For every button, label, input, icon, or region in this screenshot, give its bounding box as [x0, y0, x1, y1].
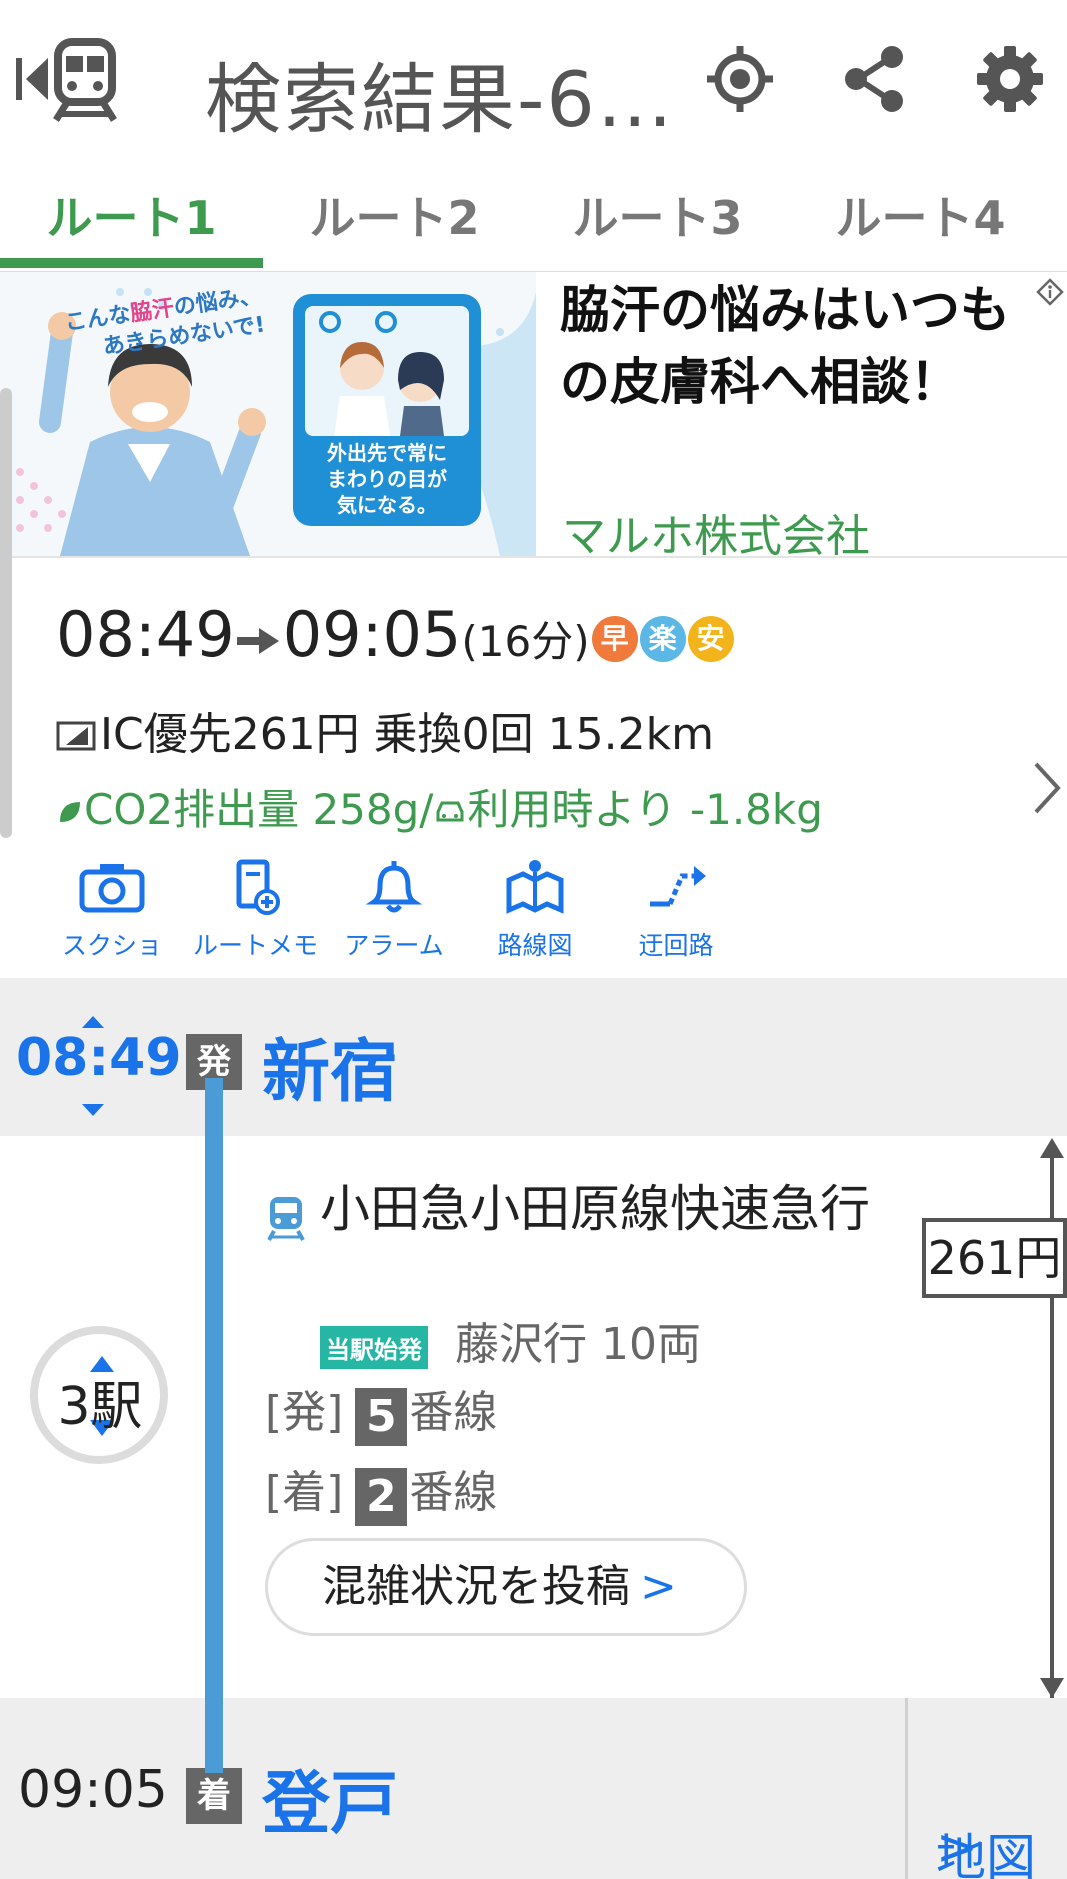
svg-text:外出先で常に: 外出先で常に — [327, 441, 447, 465]
ad-headline[interactable]: 脇汗の悩みはいつもの皮膚科へ相談！ — [560, 274, 1020, 418]
segment-fare: 261円 — [922, 1218, 1067, 1298]
departure-station[interactable]: 新宿 — [262, 1016, 398, 1115]
memo-add-icon — [236, 859, 280, 915]
summary-arr-time: 09:05 — [282, 598, 462, 671]
action-detour[interactable]: 迂回路 — [616, 858, 736, 962]
chevron-right-icon: > — [936, 1818, 978, 1876]
summary-fare-text: IC優先261円 乗換0回 15.2km — [100, 709, 714, 760]
tab-route-4[interactable]: ルート4 — [789, 182, 1052, 248]
action-alarm[interactable]: アラーム — [334, 858, 454, 962]
tab-route-1[interactable]: ルート1 — [0, 182, 263, 248]
arrival-time: 09:05 — [18, 1760, 168, 1820]
action-route-map[interactable]: 路線図 — [475, 858, 595, 962]
summary-duration: (16分) — [461, 617, 590, 666]
action-bar: スクショ ルートメモ アラーム 路線図 迂回路 — [0, 858, 1067, 968]
action-detour-label: 迂回路 — [638, 931, 714, 960]
departure-time[interactable]: 08:49 — [16, 1028, 182, 1088]
action-screenshot[interactable]: スクショ — [52, 858, 172, 962]
action-route-memo-label: ルートメモ — [193, 931, 319, 960]
dep-platform-suffix: 番線 — [409, 1387, 498, 1438]
train-segment: 小田急小田原線快速急行 当駅始発 藤沢行 10両 [発] 5 番線 [着] 2 番線 混… — [0, 1136, 1067, 1700]
post-congestion-label: 混雑状況を投稿 — [322, 1561, 630, 1612]
map-pin-icon — [506, 860, 564, 914]
ad-image[interactable]: こんな脇汗の悩み、 あきらめないで! 外出先で常に まわりの目が 気になる。 — [0, 272, 536, 556]
page-title: 検索結果-6… — [205, 55, 675, 144]
co2-saving-text: 利用時より -1.8kg — [467, 785, 823, 834]
train-destination: 藤沢行 10両 — [455, 1319, 701, 1370]
arrival-tag: 着 — [186, 1768, 242, 1824]
start-station-badge: 当駅始発 — [320, 1326, 428, 1369]
stops-count-button[interactable]: 3駅 — [30, 1326, 168, 1464]
detour-icon — [650, 866, 706, 907]
summary-fare: IC優先261円 乗換0回 15.2km — [56, 698, 714, 762]
ad-advertiser[interactable]: マルホ株式会社 — [562, 500, 870, 564]
location-icon[interactable] — [705, 44, 775, 114]
scroll-indicator — [0, 388, 12, 838]
co2-text: CO2排出量 258g/ — [84, 785, 434, 834]
departure-row[interactable]: 08:49 発 新宿 — [0, 978, 1067, 1136]
dep-platform-label: [発] — [265, 1387, 344, 1438]
train-icon — [267, 1197, 305, 1241]
arrival-row[interactable]: 09:05 着 登戸 地図 > — [0, 1698, 1067, 1879]
badge-fast: 早 — [591, 616, 638, 662]
route-detail: 08:49 発 新宿 小田急小田原線快速急行 当駅始発 藤沢行 10両 [発] 5… — [0, 978, 1067, 1879]
arrival-platform: [着] 2 番線 — [265, 1456, 497, 1526]
back-train-icon[interactable] — [14, 38, 124, 124]
svg-text:気になる。: 気になる。 — [337, 493, 437, 517]
ad-info-icon[interactable] — [1036, 278, 1064, 306]
active-tab-indicator — [0, 258, 263, 268]
post-congestion-button[interactable]: 混雑状況を投稿 > — [265, 1538, 747, 1636]
leaf-icon — [60, 802, 80, 822]
car-icon — [436, 801, 464, 822]
badge-cheap: 安 — [687, 616, 734, 662]
gear-icon[interactable] — [975, 44, 1045, 114]
app-header: 検索結果-6… — [0, 0, 1067, 160]
route-summary[interactable]: 08:49 09:05(16分) 早楽安 IC優先261円 乗換0回 15.2km … — [0, 388, 1067, 976]
departure-platform: [発] 5 番線 — [265, 1376, 497, 1446]
svg-text:まわりの目が: まわりの目が — [327, 467, 447, 491]
arrow-right-icon — [236, 628, 279, 654]
action-route-map-label: 路線図 — [497, 931, 573, 960]
map-link[interactable]: 地図 > — [905, 1698, 1067, 1879]
action-screenshot-label: スクショ — [61, 931, 162, 960]
arr-platform-number: 2 — [355, 1468, 408, 1526]
action-route-memo[interactable]: ルートメモ — [193, 858, 319, 962]
chevron-right-icon[interactable] — [1030, 758, 1064, 818]
summary-dep-time: 08:49 — [56, 598, 235, 671]
arr-platform-suffix: 番線 — [409, 1467, 498, 1518]
summary-time: 08:49 09:05(16分) 早楽安 — [56, 598, 734, 671]
ad-banner[interactable]: こんな脇汗の悩み、 あきらめないで! 外出先で常に まわりの目が 気になる。 脇… — [0, 272, 1067, 562]
arr-platform-label: [着] — [265, 1467, 344, 1518]
share-icon[interactable] — [840, 44, 910, 114]
dep-platform-number: 5 — [355, 1388, 408, 1446]
camera-icon — [79, 864, 145, 913]
ic-card-icon — [56, 721, 96, 751]
action-alarm-label: アラーム — [344, 931, 444, 960]
arrival-station[interactable]: 登戸 — [262, 1748, 398, 1847]
train-line-name: 小田急小田原線快速急行 — [320, 1180, 870, 1238]
fare-arrow-down-icon — [1040, 1678, 1064, 1698]
tab-route-2[interactable]: ルート2 — [263, 182, 526, 248]
summary-co2: CO2排出量 258g/利用時より -1.8kg — [56, 776, 823, 837]
ad-illustration: こんな脇汗の悩み、 あきらめないで! 外出先で常に まわりの目が 気になる。 — [16, 283, 536, 556]
badge-easy: 楽 — [639, 616, 686, 662]
route-line-bar — [205, 1078, 223, 1773]
route-tabs: ルート1 ルート2 ルート3 ルート4 — [0, 160, 1067, 272]
tab-route-3[interactable]: ルート3 — [526, 182, 789, 248]
bell-icon — [365, 861, 423, 913]
fare-arrow-up-icon — [1040, 1138, 1064, 1158]
stops-count: 3駅 — [57, 1377, 143, 1437]
chevron-right-icon: > — [640, 1561, 677, 1612]
